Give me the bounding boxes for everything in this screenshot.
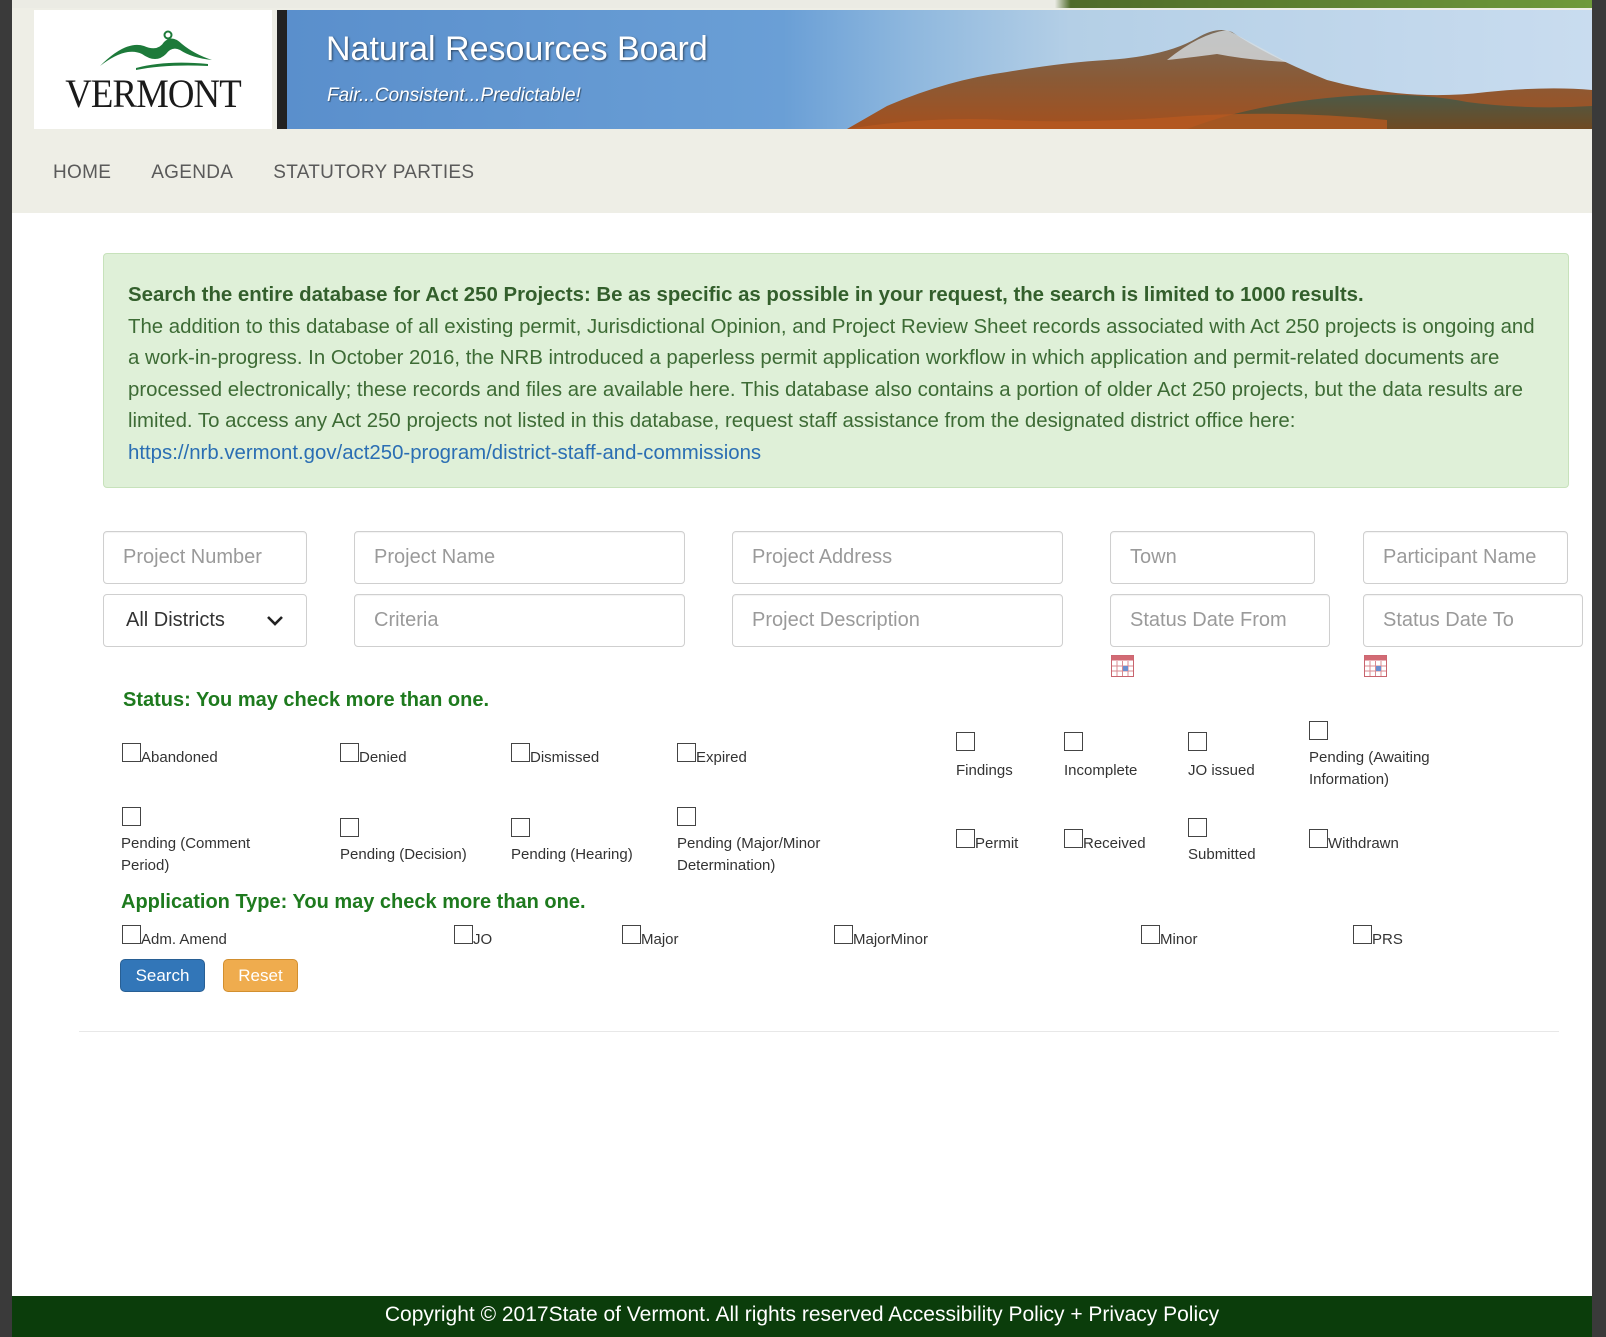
logo-text: VERMONT <box>65 71 241 116</box>
top-strip <box>12 0 1592 8</box>
status-pending-decision-label: Pending (Decision) <box>340 846 467 863</box>
nav-home[interactable]: HOME <box>53 150 111 200</box>
mountain-landscape-image <box>847 30 1592 129</box>
status-abandoned-label: Abandoned <box>141 749 218 766</box>
status-incomplete-checkbox[interactable] <box>1064 732 1083 751</box>
app-type-adm-amend-checkbox[interactable] <box>122 925 141 944</box>
app-type-majorminor-label: MajorMinor <box>853 931 929 948</box>
status-expired-label: Expired <box>696 749 747 766</box>
mountain-logo-icon <box>100 30 212 70</box>
app-type-major-label: Major <box>641 931 679 948</box>
status-dismissed-label: Dismissed <box>530 749 600 766</box>
status-withdrawn-checkbox[interactable] <box>1309 829 1328 848</box>
status-submitted-label: Submitted <box>1188 846 1256 863</box>
section-divider <box>79 1031 1559 1032</box>
nav-agenda[interactable]: AGENDA <box>151 150 233 200</box>
site-footer: Copyright © 2017State of Vermont. All ri… <box>12 1296 1592 1337</box>
status-incomplete-label: Incomplete <box>1064 762 1138 779</box>
calendar-icon[interactable] <box>1364 655 1387 677</box>
info-alert: Search the entire database for Act 250 P… <box>103 253 1569 488</box>
status-withdrawn-label: Withdrawn <box>1328 835 1399 852</box>
status-section-title: Status: You may check more than one. <box>123 689 490 711</box>
status-findings-checkbox[interactable] <box>956 732 975 751</box>
app-type-minor-label: Minor <box>1160 931 1198 948</box>
app-type-prs-label: PRS <box>1372 931 1403 948</box>
status-denied-label: Denied <box>359 749 407 766</box>
project-number-input[interactable] <box>103 531 307 584</box>
app-type-prs-checkbox[interactable] <box>1353 925 1372 944</box>
criteria-input[interactable] <box>354 594 685 647</box>
status-submitted-checkbox[interactable] <box>1188 818 1207 837</box>
status-date-to-input[interactable] <box>1363 594 1583 647</box>
status-received-checkbox[interactable] <box>1064 829 1083 848</box>
site-tagline: Fair...Consistent...Predictable! <box>327 85 581 106</box>
participant-name-input[interactable] <box>1363 531 1568 584</box>
search-button[interactable]: Search <box>120 959 205 992</box>
site-title: Natural Resources Board <box>326 30 708 68</box>
status-pending-comment-label-1: Pending (Comment <box>121 835 251 852</box>
status-received-label: Received <box>1083 835 1146 852</box>
status-date-from-input[interactable] <box>1110 594 1330 647</box>
town-input[interactable] <box>1110 531 1315 584</box>
calendar-icon[interactable] <box>1111 655 1134 677</box>
status-findings-label: Findings <box>956 762 1013 779</box>
reset-button[interactable]: Reset <box>223 959 298 992</box>
header-banner: Natural Resources Board Fair...Consisten… <box>287 10 1592 129</box>
project-description-input[interactable] <box>732 594 1063 647</box>
logo-separator <box>277 10 287 129</box>
app-type-jo-checkbox[interactable] <box>454 925 473 944</box>
status-denied-checkbox[interactable] <box>340 743 359 762</box>
status-jo-issued-checkbox[interactable] <box>1188 732 1207 751</box>
info-heading: Search the entire database for Act 250 P… <box>128 284 1364 306</box>
accessibility-policy-link[interactable]: Accessibility Policy <box>888 1303 1064 1326</box>
status-pending-major-minor-label-2: Determination) <box>677 857 776 874</box>
status-dismissed-checkbox[interactable] <box>511 743 530 762</box>
app-type-minor-checkbox[interactable] <box>1141 925 1160 944</box>
district-staff-link[interactable]: https://nrb.vermont.gov/act250-program/d… <box>128 442 761 464</box>
app-type-majorminor-checkbox[interactable] <box>834 925 853 944</box>
main-nav: HOME AGENDA STATUTORY PARTIES <box>12 150 474 200</box>
status-pending-major-minor-checkbox[interactable] <box>677 807 696 826</box>
status-abandoned-checkbox[interactable] <box>122 743 141 762</box>
info-body: The addition to this database of all exi… <box>128 315 1535 433</box>
district-selected-value: All Districts <box>126 609 225 631</box>
footer-separator: + <box>1064 1303 1089 1326</box>
app-type-jo-label: JO <box>473 931 493 948</box>
site-header: VERMONT Natural Resources Board Fair...C… <box>12 0 1592 213</box>
app-type-adm-amend-label: Adm. Amend <box>141 931 227 948</box>
district-select[interactable]: All Districts <box>103 594 307 647</box>
status-pending-decision-checkbox[interactable] <box>340 818 359 837</box>
footer-copyright: Copyright © 2017State of Vermont. All ri… <box>384 1303 889 1326</box>
status-pending-comment-label-2: Period) <box>121 857 170 874</box>
status-jo-issued-label: JO issued <box>1188 762 1255 779</box>
nav-statutory-parties[interactable]: STATUTORY PARTIES <box>273 150 474 200</box>
vermont-logo[interactable]: VERMONT <box>34 10 272 129</box>
status-pending-awaiting-info-label-1: Pending (Awaiting <box>1309 749 1430 766</box>
app-type-major-checkbox[interactable] <box>622 925 641 944</box>
chevron-down-icon <box>267 616 283 626</box>
status-pending-major-minor-label-1: Pending (Major/Minor <box>677 835 821 852</box>
status-pending-comment-checkbox[interactable] <box>122 807 141 826</box>
status-pending-awaiting-info-label-2: Information) <box>1309 771 1390 788</box>
status-expired-checkbox[interactable] <box>677 743 696 762</box>
project-address-input[interactable] <box>732 531 1063 584</box>
status-pending-hearing-label: Pending (Hearing) <box>511 846 633 863</box>
status-pending-hearing-checkbox[interactable] <box>511 818 530 837</box>
status-permit-checkbox[interactable] <box>956 829 975 848</box>
privacy-policy-link[interactable]: Privacy Policy <box>1088 1303 1219 1326</box>
status-pending-awaiting-info-checkbox[interactable] <box>1309 721 1328 740</box>
project-name-input[interactable] <box>354 531 685 584</box>
app-type-section-title: Application Type: You may check more tha… <box>121 891 586 913</box>
page: VERMONT Natural Resources Board Fair...C… <box>12 0 1592 1337</box>
status-permit-label: Permit <box>975 835 1019 852</box>
